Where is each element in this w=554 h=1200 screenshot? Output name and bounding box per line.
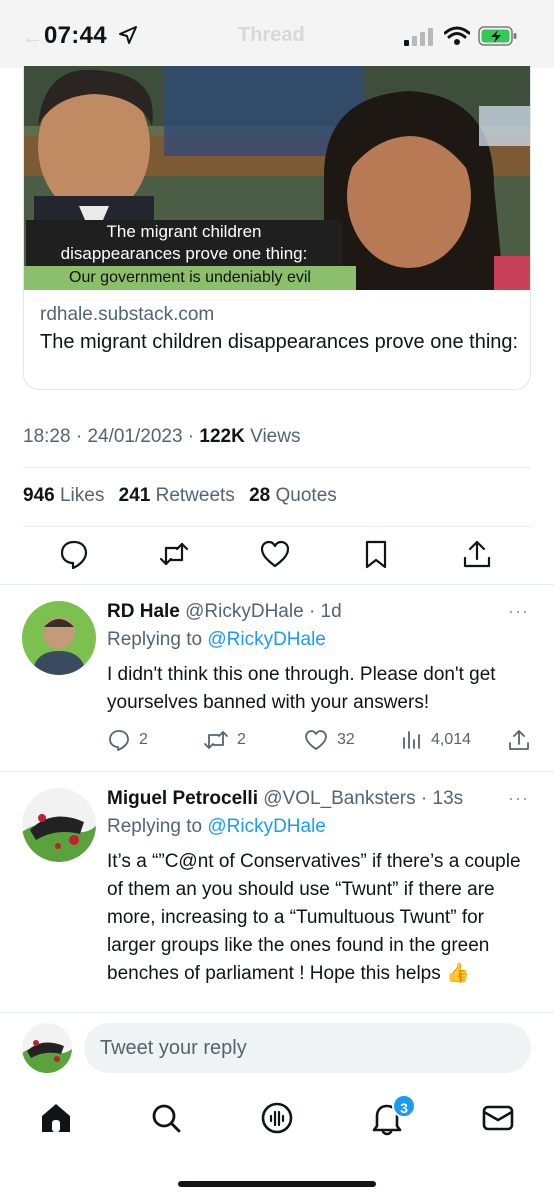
views-chart-icon xyxy=(403,731,420,749)
retweets-label[interactable]: Retweets xyxy=(150,485,235,506)
reply-reply-button[interactable]: 2 xyxy=(107,727,148,753)
retweet-icon[interactable] xyxy=(158,538,190,570)
reply-like-button[interactable]: 32 xyxy=(303,727,355,753)
status-time: 07:44 xyxy=(44,22,107,49)
replying-mention[interactable]: @RickyDHale xyxy=(207,629,326,650)
retweet-icon xyxy=(204,731,228,749)
reply-share-button[interactable] xyxy=(507,727,539,753)
replying-to: Replying to @RickyDHale xyxy=(107,816,326,838)
tweet-time: 18:28 xyxy=(23,426,71,447)
reply-retweet-button[interactable]: 2 xyxy=(203,727,246,753)
avatar[interactable] xyxy=(22,601,96,675)
reply-tweet[interactable]: Miguel Petrocelli @VOL_Banksters · 13s ·… xyxy=(0,772,554,1012)
card-domain: rdhale.substack.com xyxy=(40,304,215,325)
replying-to: Replying to @RickyDHale xyxy=(107,629,326,651)
author-name[interactable]: RD Hale xyxy=(107,601,180,622)
caption-line: disappearances prove one thing: xyxy=(26,242,342,266)
more-options-icon[interactable]: ··· xyxy=(508,788,529,809)
signal-icon xyxy=(404,28,433,46)
like-count: 32 xyxy=(337,731,355,748)
caption-line: The migrant children xyxy=(26,220,342,244)
reply-header: RD Hale @RickyDHale · 1d xyxy=(107,601,342,623)
replying-prefix: Replying to xyxy=(107,816,208,837)
view-count: 4,014 xyxy=(431,731,472,748)
reply-header: Miguel Petrocelli @VOL_Banksters · 13s xyxy=(107,788,463,810)
home-icon[interactable] xyxy=(38,1100,74,1136)
divider xyxy=(23,467,531,468)
image-caption: The migrant children disappearances prov… xyxy=(24,220,356,290)
status-bar: ← Thread 07:44 xyxy=(0,0,554,68)
messages-icon[interactable] xyxy=(480,1100,516,1136)
bookmark-icon[interactable] xyxy=(360,538,392,570)
search-icon[interactable] xyxy=(148,1100,184,1136)
more-options-icon[interactable]: ··· xyxy=(508,601,529,622)
reply-icon xyxy=(109,730,129,751)
likes-count[interactable]: 946 xyxy=(23,485,55,506)
author-name[interactable]: Miguel Petrocelli xyxy=(107,788,258,809)
separator-dot: · xyxy=(70,426,88,447)
views-count[interactable]: 122K xyxy=(199,426,244,447)
replying-prefix: Replying to xyxy=(107,629,208,650)
battery-charging-icon xyxy=(478,26,517,46)
wifi-icon xyxy=(444,26,470,45)
tweet-action-bar xyxy=(0,538,554,574)
reply-tweet[interactable]: RD Hale @RickyDHale · 1d ··· Replying to… xyxy=(0,585,554,771)
home-indicator[interactable] xyxy=(178,1181,376,1187)
page-title-ghost: Thread xyxy=(238,24,305,46)
back-arrow-ghost: ← xyxy=(22,24,44,49)
avatar[interactable] xyxy=(22,788,96,862)
card-title: The migrant children disappearances prov… xyxy=(40,331,519,353)
author-handle[interactable]: @RickyDHale · 1d xyxy=(180,601,342,622)
reply-input[interactable]: Tweet your reply xyxy=(84,1023,531,1073)
avatar[interactable] xyxy=(22,1023,72,1073)
retweet-count: 2 xyxy=(237,731,246,748)
reply-text: I didn't think this one through. Please … xyxy=(107,664,496,713)
reply-composer: Tweet your reply xyxy=(0,1012,554,1084)
views-label[interactable]: Views xyxy=(245,426,300,447)
notifications-badge: 3 xyxy=(392,1094,416,1118)
spaces-icon[interactable] xyxy=(259,1100,295,1136)
caption-highlight: Our government is undeniably evil xyxy=(24,266,356,290)
reply-count: 2 xyxy=(139,731,148,748)
location-arrow-icon xyxy=(119,26,137,44)
reply-action-bar: 2 2 32 4,014 xyxy=(107,727,532,753)
separator-dot: · xyxy=(182,426,200,447)
quotes-count[interactable]: 28 xyxy=(249,485,270,506)
link-preview-card[interactable]: The migrant children disappearances prov… xyxy=(23,66,531,390)
engagement-stats: 946 Likes 241 Retweets 28 Quotes xyxy=(23,485,337,507)
reply-icon[interactable] xyxy=(58,538,90,570)
share-icon xyxy=(509,730,529,750)
likes-label[interactable]: Likes xyxy=(55,485,104,506)
divider xyxy=(23,526,531,527)
share-icon[interactable] xyxy=(461,538,493,570)
author-handle[interactable]: @VOL_Banksters · 13s xyxy=(258,788,463,809)
replying-mention[interactable]: @RickyDHale xyxy=(207,816,326,837)
reply-views-button[interactable]: 4,014 xyxy=(401,727,471,753)
quotes-label[interactable]: Quotes xyxy=(270,485,337,506)
tweet-date: 24/01/2023 xyxy=(87,426,183,447)
tweet-timestamp-views: 18:28 · 24/01/2023 · 122K Views xyxy=(23,426,300,448)
like-icon xyxy=(305,730,327,750)
reply-text: It’s a “”C@nt of Conservatives” if there… xyxy=(107,851,521,984)
like-icon[interactable] xyxy=(259,538,291,570)
retweets-count[interactable]: 241 xyxy=(119,485,151,506)
